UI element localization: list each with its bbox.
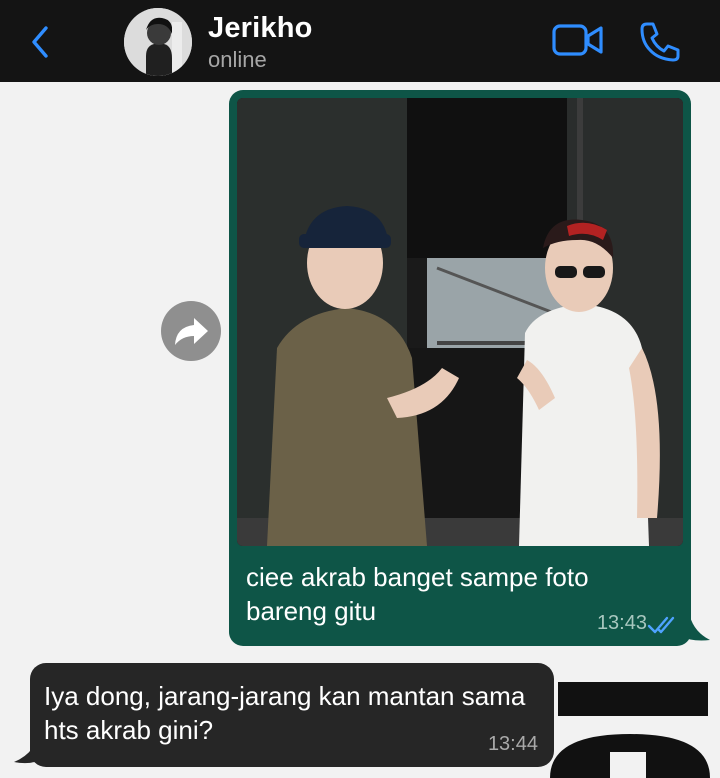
avatar[interactable] — [124, 8, 192, 76]
voice-call-button[interactable] — [638, 20, 682, 64]
incoming-message-text: Iya dong, jarang-jarang kan mantan sama … — [44, 681, 526, 745]
double-check-read-icon — [647, 616, 675, 634]
chat-header: Jerikho online — [0, 0, 720, 82]
video-camera-icon — [552, 24, 603, 56]
phone-icon — [640, 22, 680, 62]
shared-photo[interactable] — [237, 98, 683, 546]
outgoing-message-time: 13:43 — [596, 612, 647, 634]
incoming-message[interactable]: Iya dong, jarang-jarang kan mantan sama … — [30, 663, 554, 767]
outgoing-message[interactable]: ciee akrab banget sampe foto bareng gitu… — [229, 90, 691, 646]
wallpaper-logo — [550, 682, 710, 778]
incoming-message-time: 13:44 — [487, 733, 538, 755]
video-call-button[interactable] — [552, 22, 604, 58]
contact-status: online — [208, 47, 267, 72]
chevron-left-icon — [32, 26, 48, 58]
forward-share-icon — [175, 318, 208, 345]
back-button[interactable] — [22, 22, 62, 62]
forward-button[interactable] — [161, 301, 221, 361]
contact-name[interactable]: Jerikho — [208, 12, 313, 45]
